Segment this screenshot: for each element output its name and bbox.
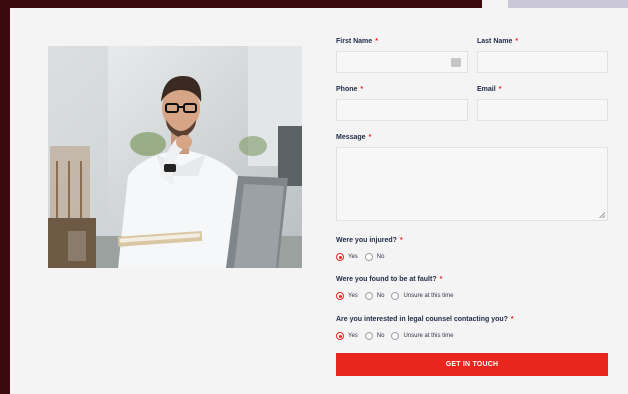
- radio-option-yes[interactable]: Yes: [336, 332, 358, 340]
- radio-group-legal-counsel: Yes No Unsure at this time: [336, 332, 461, 340]
- first-name-label: First Name *: [336, 38, 378, 45]
- required-marker: *: [375, 38, 378, 45]
- required-marker: *: [498, 86, 502, 93]
- contact-form: First Name * Last Name * Phone * Email * Mes…: [10, 8, 628, 394]
- radio-group-at-fault: Yes No Unsure at this time: [336, 292, 461, 300]
- radio-option-unsure[interactable]: Unsure at this time: [391, 292, 454, 300]
- phone-label: Phone *: [336, 86, 364, 93]
- radio-button-selected[interactable]: [336, 292, 344, 300]
- get-in-touch-button[interactable]: GET IN TOUCH: [336, 353, 608, 376]
- radio-button[interactable]: [391, 332, 400, 340]
- contact-card: First Name * Last Name * Phone * Email * Mes…: [10, 8, 628, 394]
- background-strip: [508, 0, 628, 8]
- radio-option-no[interactable]: No: [364, 292, 384, 300]
- email-label: Email *: [477, 86, 502, 93]
- background-strip: [482, 0, 508, 8]
- radio-option-no[interactable]: No: [364, 253, 384, 261]
- email-input[interactable]: [478, 101, 607, 122]
- resize-grip-icon[interactable]: [599, 212, 605, 218]
- message-textarea[interactable]: [337, 148, 607, 220]
- question-legal-counsel: Are you interested in legal counsel cont…: [336, 316, 514, 323]
- radio-option-yes[interactable]: Yes: [336, 253, 358, 261]
- last-name-input[interactable]: [478, 53, 607, 74]
- email-field[interactable]: [477, 99, 608, 122]
- required-marker: *: [510, 316, 514, 323]
- question-at-fault: Were you found to be at fault? *: [336, 276, 443, 283]
- first-name-field[interactable]: [336, 51, 468, 74]
- radio-group-injured: Yes No: [336, 253, 391, 261]
- question-injured: Were you injured? *: [336, 237, 403, 244]
- radio-button[interactable]: [364, 253, 373, 261]
- radio-button[interactable]: [364, 292, 373, 300]
- radio-button[interactable]: [364, 332, 373, 340]
- required-marker: *: [399, 237, 403, 244]
- autofill-icon[interactable]: [451, 58, 461, 67]
- radio-option-unsure[interactable]: Unsure at this time: [391, 332, 454, 340]
- required-marker: *: [515, 38, 519, 45]
- background-strip: [0, 0, 482, 8]
- message-field[interactable]: [336, 147, 608, 221]
- phone-input[interactable]: [337, 101, 467, 122]
- radio-button-selected[interactable]: [336, 332, 344, 340]
- last-name-field[interactable]: [477, 51, 608, 74]
- radio-button[interactable]: [391, 292, 400, 300]
- required-marker: *: [368, 134, 372, 141]
- radio-button-selected[interactable]: [336, 253, 344, 261]
- radio-option-yes[interactable]: Yes: [336, 292, 358, 300]
- message-label: Message *: [336, 134, 372, 141]
- required-marker: *: [439, 276, 443, 283]
- phone-field[interactable]: [336, 99, 468, 122]
- first-name-input[interactable]: [337, 53, 467, 74]
- radio-option-no[interactable]: No: [364, 332, 384, 340]
- last-name-label: Last Name *: [477, 38, 519, 45]
- required-marker: *: [360, 86, 364, 93]
